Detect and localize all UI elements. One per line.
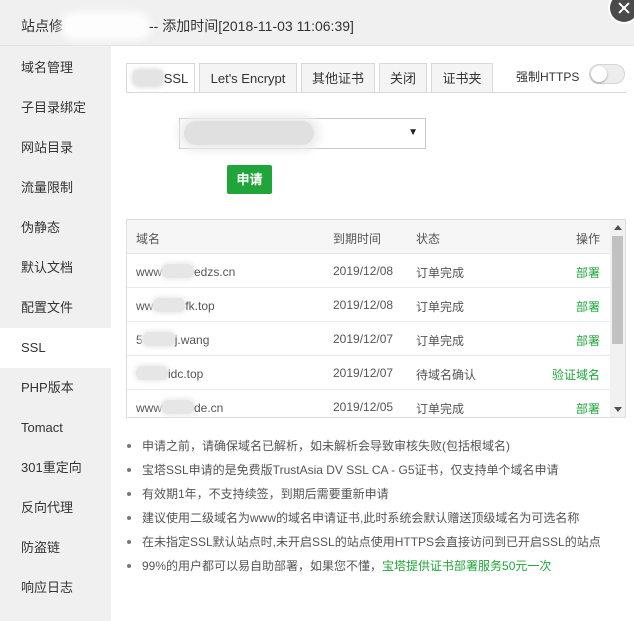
table-row: 5 j.wang 2019/12/07 订单完成 部署: [127, 322, 610, 356]
table-scrollbar[interactable]: [610, 220, 625, 417]
row-status: 订单完成: [416, 334, 465, 348]
dialog-titlebar: 站点修 -- 添加时间[2018-11-03 11:06:39]: [0, 0, 634, 46]
apply-button[interactable]: 申请: [227, 165, 272, 194]
row-expire: 2019/12/05: [333, 400, 394, 414]
sidebar-item-ssl[interactable]: SSL: [0, 328, 111, 368]
title-suffix: -- 添加时间[2018-11-03 11:06:39]: [149, 18, 354, 34]
redacted-domain-part: [142, 332, 175, 346]
row-domain: 5 j.wang: [136, 332, 210, 347]
deploy-service-link[interactable]: 宝塔提供证书部署服务50元一次: [382, 559, 551, 573]
table-row: ww fk.top 2019/12/08 订单完成 部署: [127, 288, 610, 322]
table-row: www de.cn 2019/12/05 订单完成 部署: [127, 390, 610, 417]
table-header: 域名 到期时间 状态 操作: [127, 220, 610, 254]
tabs-divider: [126, 92, 626, 93]
redacted-domain-part: [162, 264, 194, 278]
tab-close[interactable]: 关闭: [379, 63, 427, 93]
row-domain: idc.top: [136, 366, 203, 381]
sidebar: 域名管理 子目录绑定 网站目录 流量限制 伪静态 默认文档 配置文件 SSL P…: [0, 46, 111, 621]
sidebar-item-hotlink[interactable]: 防盗链: [0, 528, 111, 568]
row-status: 订单完成: [416, 402, 465, 416]
scroll-down-arrow-icon[interactable]: [614, 407, 622, 412]
verify-domain-link[interactable]: 验证域名: [552, 366, 600, 383]
row-expire: 2019/12/08: [333, 264, 394, 278]
sidebar-item-default-doc[interactable]: 默认文档: [0, 248, 111, 288]
header-domain: 域名: [136, 232, 161, 246]
sidebar-item-site-dir[interactable]: 网站目录: [0, 128, 111, 168]
redacted-domain-part: [162, 400, 194, 414]
sidebar-item-php-version[interactable]: PHP版本: [0, 368, 111, 408]
row-status: 订单完成: [416, 300, 465, 314]
redacted-domain-part: [153, 298, 186, 312]
sidebar-item-traffic-limit[interactable]: 流量限制: [0, 168, 111, 208]
redacted-tab-prefix: [132, 70, 163, 86]
dialog-title: 站点修 -- 添加时间[2018-11-03 11:06:39]: [21, 16, 354, 36]
redacted-domain-part: [136, 366, 168, 380]
row-expire: 2019/12/08: [333, 298, 394, 312]
force-https-toggle[interactable]: [589, 64, 625, 84]
row-domain: www edzs.cn: [136, 264, 236, 279]
redacted-site-name: [65, 16, 147, 36]
sidebar-item-rewrite[interactable]: 伪静态: [0, 208, 111, 248]
row-domain: ww fk.top: [136, 298, 215, 313]
site-domain-select[interactable]: ▼: [179, 118, 426, 149]
ssl-notes: 申请之前，请确保域名已解析，如未解析会导致审核失败(包括根域名) 宝塔SSL申请…: [126, 437, 626, 581]
force-https-label: 强制HTTPS: [516, 70, 580, 84]
title-prefix: 站点修: [21, 18, 63, 34]
cert-order-table: 域名 到期时间 状态 操作 www edzs.cn 2019/12/08 订单完成…: [126, 219, 626, 418]
tab-lets-encrypt[interactable]: Let's Encrypt: [199, 63, 297, 93]
scroll-up-arrow-icon[interactable]: [614, 225, 622, 230]
header-status: 状态: [416, 232, 441, 246]
tab-cert-folder[interactable]: 证书夹: [431, 63, 493, 93]
table-row: www edzs.cn 2019/12/08 订单完成 部署: [127, 254, 610, 288]
note-item: 在未指定SSL默认站点时,未开启SSL的站点使用HTTPS会直接访问到已开启SS…: [126, 533, 626, 557]
note-item: 宝塔SSL申请的是免费版TrustAsia DV SSL CA - G5证书，仅…: [126, 461, 626, 485]
deploy-link[interactable]: 部署: [576, 298, 600, 315]
sidebar-item-reverse-proxy[interactable]: 反向代理: [0, 488, 111, 528]
header-expire: 到期时间: [333, 232, 382, 246]
deploy-link[interactable]: 部署: [576, 400, 600, 417]
scroll-thumb[interactable]: [612, 236, 623, 344]
note-item: 有效期1年，不支持续签，到期后需要重新申请: [126, 485, 626, 509]
toggle-knob: [591, 66, 607, 82]
tab-ssl-label: SSL: [163, 71, 189, 86]
tab-ssl[interactable]: SSL: [126, 63, 195, 93]
row-expire: 2019/12/07: [333, 332, 394, 346]
sidebar-item-access-log[interactable]: 响应日志: [0, 568, 111, 608]
sidebar-item-redirect[interactable]: 301重定向: [0, 448, 111, 488]
redacted-selected-domain: [184, 121, 314, 145]
row-domain: www de.cn: [136, 400, 224, 415]
sidebar-item-config-file[interactable]: 配置文件: [0, 288, 111, 328]
table-row: idc.top 2019/12/07 待域名确认 验证域名: [127, 356, 610, 390]
sidebar-item-domain[interactable]: 域名管理: [0, 48, 111, 88]
row-status: 订单完成: [416, 266, 465, 280]
deploy-link[interactable]: 部署: [576, 332, 600, 349]
note-item: 99%的用户都可以易自助部署，如果您不懂，宝塔提供证书部署服务50元一次: [126, 557, 626, 581]
deploy-link[interactable]: 部署: [576, 264, 600, 281]
sidebar-item-tomcat[interactable]: Tomact: [0, 408, 111, 448]
sidebar-item-subdir[interactable]: 子目录绑定: [0, 88, 111, 128]
tab-other-cert[interactable]: 其他证书: [301, 63, 375, 93]
note-text: 99%的用户都可以易自助部署，如果您不懂，: [142, 559, 383, 573]
chevron-down-icon: ▼: [408, 127, 418, 138]
header-action: 操作: [575, 232, 600, 246]
row-expire: 2019/12/07: [333, 366, 394, 380]
row-status: 待域名确认: [416, 368, 477, 382]
note-item: 申请之前，请确保域名已解析，如未解析会导致审核失败(包括根域名): [126, 437, 626, 461]
note-item: 建议使用二级域名为www的域名申请证书,此时系统会默认赠送顶级域名为可选名称: [126, 509, 626, 533]
